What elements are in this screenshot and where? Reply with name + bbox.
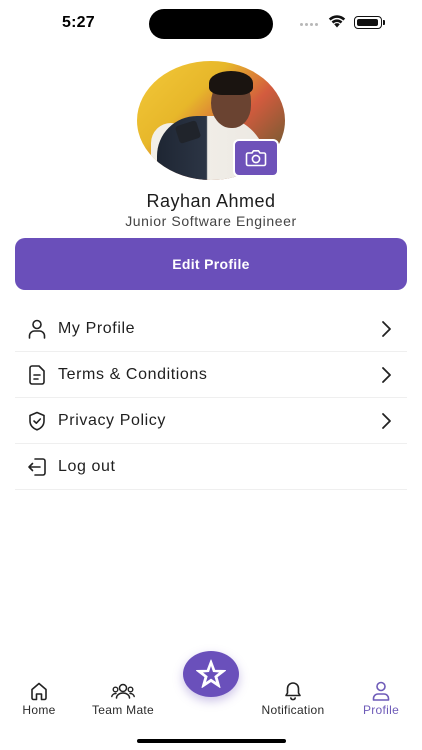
- menu-item-my-profile[interactable]: My Profile: [15, 306, 407, 352]
- dynamic-island: [149, 9, 273, 39]
- signal-icon: [300, 23, 318, 26]
- avatar-container: [137, 61, 285, 180]
- menu-item-label: Privacy Policy: [58, 411, 166, 429]
- menu-item-logout[interactable]: Log out: [15, 444, 407, 490]
- nav-notification-label: Notification: [261, 703, 325, 717]
- change-photo-button[interactable]: [233, 139, 279, 177]
- bottom-nav: Home Team Mate Notification Profile: [0, 650, 422, 750]
- star-icon: [196, 659, 226, 688]
- menu-item-label: My Profile: [58, 319, 136, 337]
- status-bar: 5:27: [0, 0, 422, 48]
- nav-profile-label: Profile: [362, 703, 400, 717]
- nav-home-label: Home: [22, 703, 56, 717]
- nav-team-mate[interactable]: Team Mate: [86, 681, 160, 717]
- edit-profile-button[interactable]: Edit Profile: [15, 238, 407, 290]
- user-icon: [26, 318, 48, 340]
- document-icon: [26, 364, 48, 386]
- status-time: 5:27: [62, 14, 95, 31]
- profile-icon: [372, 681, 390, 701]
- team-icon: [111, 683, 135, 699]
- nav-home[interactable]: Home: [19, 681, 59, 717]
- profile-menu: My Profile Terms & Conditions Privacy Po…: [15, 306, 407, 490]
- chevron-right-icon: [382, 367, 391, 383]
- nav-profile[interactable]: Profile: [358, 681, 404, 717]
- menu-item-label: Log out: [58, 457, 116, 475]
- center-action-button[interactable]: [183, 651, 239, 697]
- profile-role: Junior Software Engineer: [125, 213, 297, 229]
- nav-notification[interactable]: Notification: [253, 681, 333, 717]
- logout-icon: [26, 456, 48, 478]
- chevron-right-icon: [382, 413, 391, 429]
- wifi-icon: [328, 15, 346, 28]
- menu-item-terms[interactable]: Terms & Conditions: [15, 352, 407, 398]
- chevron-right-icon: [382, 321, 391, 337]
- home-icon: [31, 682, 47, 701]
- bell-icon: [285, 682, 301, 701]
- home-indicator: [137, 739, 286, 743]
- menu-item-privacy[interactable]: Privacy Policy: [15, 398, 407, 444]
- profile-name: Rayhan Ahmed: [146, 191, 276, 211]
- camera-icon: [245, 150, 267, 167]
- battery-icon: [354, 16, 385, 29]
- shield-icon: [26, 410, 48, 432]
- nav-team-mate-label: Team Mate: [91, 703, 155, 717]
- menu-item-label: Terms & Conditions: [58, 365, 208, 383]
